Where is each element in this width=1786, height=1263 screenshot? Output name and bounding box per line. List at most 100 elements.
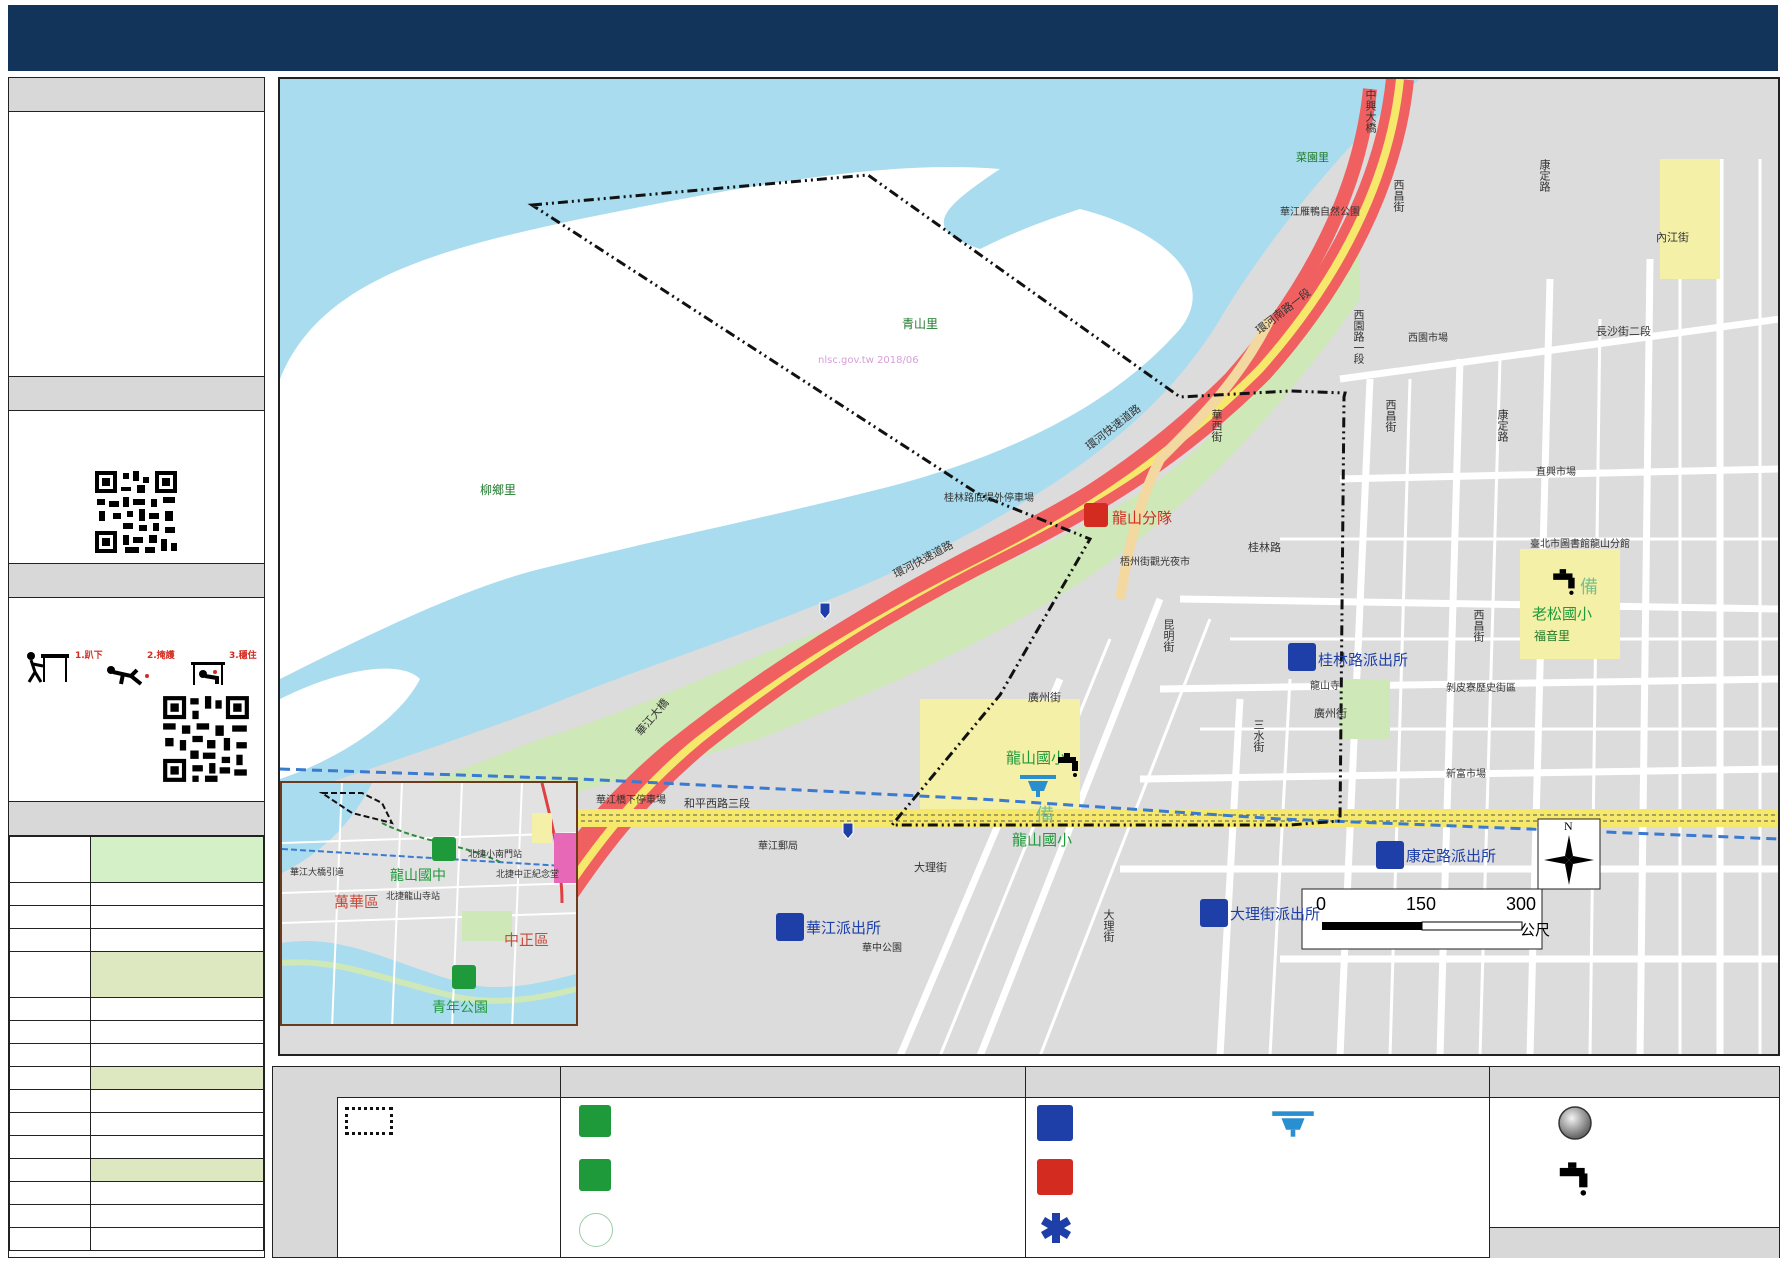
police-station-label: 大理街派出所 [1230,905,1321,923]
inset-road-label: 北捷小南門站 [468,850,523,860]
main-map[interactable]: 青山里 柳鄉里 福音里 nlsc.gov.tw 2018/06 菜園里 華江雁鴨… [278,77,1780,1056]
shelter-label: 老松國小 [1532,605,1593,623]
fire-icon [1037,1159,1073,1195]
fire-station-label: 龍山分隊 [1112,509,1173,527]
police-station-label: 華江派出所 [806,919,882,937]
left-panel-info [8,77,265,377]
panel-header [9,802,264,836]
road-label: 西昌街 [1392,179,1405,212]
compass-icon [1544,835,1594,885]
water-tap-icon [1559,1162,1588,1196]
road-label: 康定路 [1538,159,1551,192]
scale-label-0: 0 [1316,894,1327,914]
road-label: 康定路 [1496,409,1509,442]
qr-code-icon[interactable] [93,469,179,555]
drill-figure-icon [191,662,225,685]
inset-road-label: 北捷龍山寺站 [386,892,441,902]
landmark-label: 華江橋下停車場 [596,795,666,806]
spare-shelter-icon: 備 [1036,805,1054,826]
landmark-label: 新富市場 [1446,769,1486,780]
drill-figure-icon [27,652,69,683]
village-label: 柳鄉里 [480,483,517,497]
watermark: nlsc.gov.tw 2018/06 [818,355,919,366]
compass-north: N [1564,819,1573,833]
road-label: 廣州街 [1028,691,1061,704]
road-label: 三水街 [1252,719,1265,752]
drill-figure-icon [107,666,149,686]
inset-map[interactable]: 龍山國中 萬華區 中正區 青年公園 華江大橋引道 北捷龍山寺站 北捷小南門站 北… [280,781,578,1026]
inset-district-label: 中正區 [504,931,550,949]
drill-step-1: 1.趴下 [75,651,103,661]
left-panel-table [8,802,265,1258]
landmark-label: 華中公園 [862,943,902,954]
road-label: 和平西路三段 [684,797,750,810]
road-label: 內江街 [1656,231,1689,244]
village-label: 青山里 [902,317,939,331]
landmark-label: 華江郵局 [758,841,798,852]
scale-label-150: 150 [1406,894,1437,914]
landmark-label: 桂林路底堤外停車場 [944,493,1034,504]
legend-side-header [273,1067,338,1257]
landmark-label: 龍山寺 [1310,681,1340,692]
police-icon[interactable] [1376,841,1404,869]
landmark-label: 臺北市圖書館龍山分館 [1530,539,1630,550]
water-tap-icon [1553,569,1575,595]
landmark-label: 梧州街觀光夜市 [1120,557,1190,568]
inset-canvas [282,783,576,1024]
info-table [9,836,264,1251]
inset-shelter-label: 青年公園 [432,1000,488,1016]
panel-header [9,377,264,411]
landmark-label: 直興市場 [1536,467,1576,478]
legend-footer-cell [1490,1227,1779,1258]
road-label: 長沙街二段 [1596,325,1651,338]
police-station-label: 桂林路派出所 [1318,651,1409,669]
road-label: 昆明街 [1162,619,1175,652]
qr-code-icon[interactable] [161,694,251,784]
left-panel-drill: 1.趴下 2.掩護 3.穩住 [8,564,265,802]
ambulance-icon [1041,1213,1071,1243]
helicopter-icon [1020,775,1056,797]
police-station-label: 康定路派出所 [1406,847,1497,865]
panel-header [9,564,264,598]
road-label: 中興大橋 [1364,89,1377,133]
scale-unit: 公尺 [1520,922,1551,939]
road-label: 大理街 [914,861,947,874]
shelter-park-icon [579,1159,611,1191]
landmark-label: 西園市場 [1408,333,1448,344]
landmark-label: 菜園里 [1296,151,1329,164]
shelter-label: 龍山國小 [1012,831,1073,849]
shelter-park-icon [452,965,476,989]
legend-divider [1025,1067,1026,1257]
drill-step-2: 2.掩護 [147,651,175,661]
road-label: 大理街 [1102,909,1115,942]
road-label: 桂林路 [1248,541,1281,554]
police-icon[interactable] [1288,643,1316,671]
police-icon[interactable] [776,913,804,941]
drill-step-3: 3.穩住 [229,651,257,661]
helicopter-icon [1272,1111,1314,1137]
spare-shelter-icon: 備 [1580,577,1598,598]
inset-shelter-label: 龍山國中 [390,868,446,884]
road-label: 西昌街 [1472,609,1485,642]
police-icon[interactable] [1200,899,1228,927]
legend-divider [560,1067,561,1257]
sphere-icon [1558,1106,1592,1140]
legend-header-row [337,1067,1779,1098]
inset-road-label: 華江大橋引道 [290,868,345,878]
road-label: 廣州街 [1314,707,1347,720]
water-tap-icon [1058,753,1078,777]
landmark-label: 剝皮寮歷史街區 [1446,683,1516,694]
inset-road-label: 北捷中正紀念堂 [496,870,560,880]
shelter-building-icon [579,1105,611,1137]
landmark-label: 華江雁鴨自然公園 [1280,207,1360,218]
police-icon [1037,1105,1073,1141]
road-label: 西昌街 [1384,399,1397,432]
left-panel-qr [8,377,265,564]
fire-icon[interactable] [1084,503,1108,527]
road-label: 華西街 [1210,409,1223,442]
village-label: 福音里 [1534,629,1571,643]
legend-panel [272,1066,1780,1258]
boundary-legend-icon [345,1107,393,1135]
title-bar [8,5,1778,71]
road-label: 西園路一段 [1352,309,1365,364]
